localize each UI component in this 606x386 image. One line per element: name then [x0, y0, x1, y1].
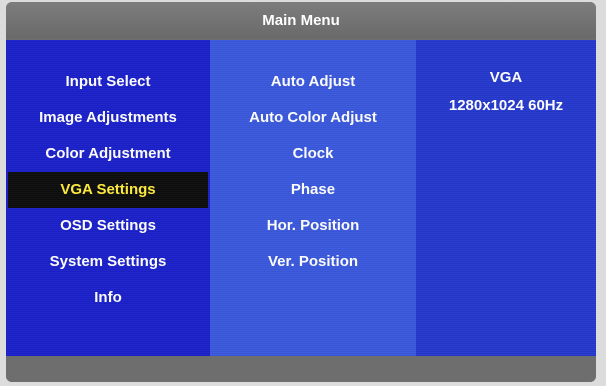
signal-info-panel: VGA 1280x1024 60Hz: [416, 40, 596, 356]
submenu-item-clock[interactable]: Clock: [210, 136, 416, 172]
submenu-panel: Auto Adjust Auto Color Adjust Clock Phas…: [210, 40, 416, 356]
main-menu-item-system-settings[interactable]: System Settings: [6, 244, 210, 280]
main-menu-list: Input Select Image Adjustments Color Adj…: [6, 64, 210, 316]
main-menu-item-osd-settings[interactable]: OSD Settings: [6, 208, 210, 244]
main-menu-item-image-adjustments[interactable]: Image Adjustments: [6, 100, 210, 136]
main-menu-item-color-adjustment[interactable]: Color Adjustment: [6, 136, 210, 172]
submenu-item-auto-adjust[interactable]: Auto Adjust: [210, 64, 416, 100]
main-menu-panel: Input Select Image Adjustments Color Adj…: [6, 40, 210, 356]
submenu-list: Auto Adjust Auto Color Adjust Clock Phas…: [210, 64, 416, 280]
menu-body: Input Select Image Adjustments Color Adj…: [6, 40, 596, 356]
osd-menu-frame: Main Menu Input Select Image Adjustments…: [6, 2, 596, 382]
submenu-item-auto-color-adjust[interactable]: Auto Color Adjust: [210, 100, 416, 136]
signal-resolution: 1280x1024 60Hz: [448, 97, 564, 114]
signal-source: VGA: [489, 69, 523, 86]
main-menu-item-info[interactable]: Info: [6, 280, 210, 316]
menu-footer-bar: [6, 356, 596, 382]
menu-title-bar: Main Menu: [6, 2, 596, 38]
menu-title: Main Menu: [262, 11, 340, 29]
signal-info-block: VGA 1280x1024 60Hz: [416, 64, 596, 120]
main-menu-item-input-select[interactable]: Input Select: [6, 64, 210, 100]
submenu-item-ver-position[interactable]: Ver. Position: [210, 244, 416, 280]
submenu-item-hor-position[interactable]: Hor. Position: [210, 208, 416, 244]
main-menu-item-vga-settings[interactable]: VGA Settings: [8, 172, 208, 208]
submenu-item-phase[interactable]: Phase: [210, 172, 416, 208]
